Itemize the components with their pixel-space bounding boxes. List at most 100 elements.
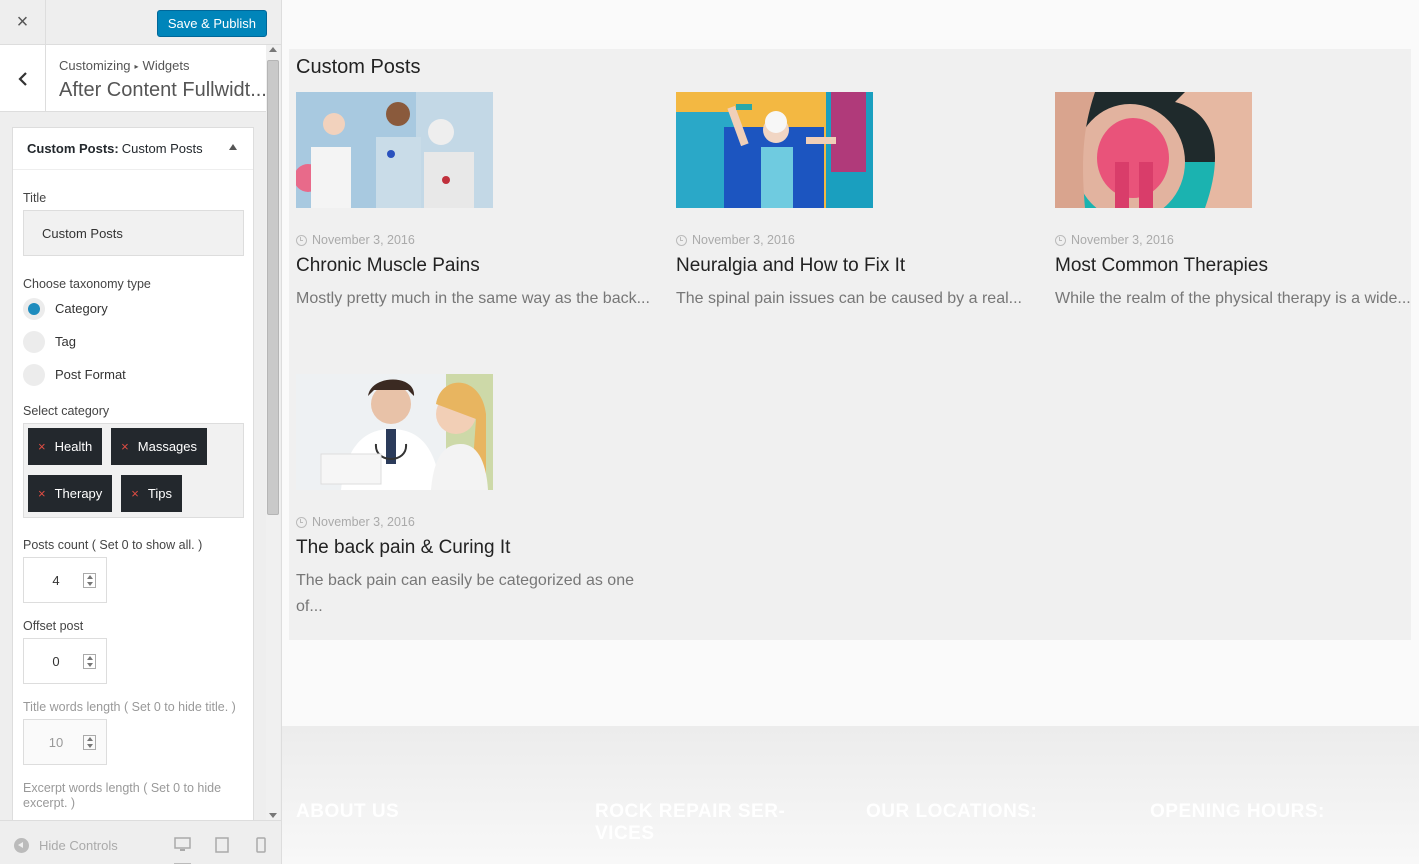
- category-tag[interactable]: × Therapy: [28, 475, 113, 512]
- post-card: November 3, 2016 Most Common Therapies W…: [1055, 92, 1415, 312]
- post-excerpt: While the realm of the physical therapy …: [1055, 290, 1411, 307]
- radio-unchecked-icon[interactable]: [23, 330, 45, 353]
- clock-icon: [1055, 234, 1066, 246]
- footer-heading: ROCK REPAIR SER-VICES: [595, 801, 786, 844]
- customizer-sidebar: × Save & Publish Customizing ▸ Widgets Aft…: [0, 0, 282, 864]
- offset-label: Offset post: [23, 619, 84, 633]
- post-title[interactable]: The back pain & Curing It: [296, 537, 656, 559]
- title-words-value: 10: [48, 734, 64, 750]
- back-button[interactable]: [0, 45, 46, 112]
- category-tag[interactable]: × Tips: [121, 475, 182, 512]
- radio-post-format[interactable]: Post Format: [23, 358, 243, 391]
- breadcrumb-current: Widgets: [142, 58, 190, 73]
- scrollbar-thumb[interactable]: [267, 60, 279, 515]
- post-thumbnail[interactable]: [296, 92, 493, 208]
- radio-unchecked-icon[interactable]: [23, 363, 45, 386]
- title-words-input[interactable]: 10: [23, 719, 107, 765]
- footer-heading: OPENING HOURS:: [1150, 801, 1325, 822]
- post-date: November 3, 2016: [296, 233, 656, 247]
- section-header: Customizing ▸ Widgets After Content Fullwi…: [0, 45, 267, 112]
- customizer-header: × Save & Publish: [0, 0, 281, 45]
- spinner-icon[interactable]: [83, 735, 96, 750]
- widget-title-bar[interactable]: Custom Posts: Custom Posts: [13, 128, 253, 170]
- breadcrumb: Customizing ▸ Widgets: [59, 58, 190, 73]
- taxonomy-label: Choose taxonomy type: [23, 277, 151, 291]
- post-card: November 3, 2016 Chronic Muscle Pains Mo…: [296, 92, 656, 312]
- radio-tag-label: Tag: [55, 334, 76, 349]
- radio-category[interactable]: Category: [23, 292, 243, 325]
- post-thumbnail[interactable]: [1055, 92, 1252, 208]
- clock-icon: [296, 234, 307, 246]
- title-words-label: Title words length ( Set 0 to hide title…: [23, 700, 236, 714]
- custom-posts-widget: Custom Posts: Custom Posts Title Custom …: [12, 127, 254, 864]
- spinner-icon[interactable]: [83, 654, 96, 669]
- widget-title: Custom Posts:: [27, 141, 119, 156]
- category-select[interactable]: × Health × Massages × Therapy × Tips: [23, 423, 244, 518]
- title-input[interactable]: Custom Posts: [23, 210, 244, 256]
- widget-subtitle: Custom Posts: [121, 141, 203, 156]
- category-tag-label: Therapy: [54, 486, 103, 501]
- breadcrumb-separator: ▸: [134, 62, 139, 71]
- remove-icon[interactable]: ×: [131, 486, 139, 501]
- category-tag-label: Health: [54, 439, 93, 454]
- category-tag[interactable]: × Massages: [111, 428, 208, 465]
- chevron-left-icon: [17, 71, 27, 86]
- radio-checked-icon[interactable]: [23, 297, 45, 320]
- post-date-text: November 3, 2016: [692, 233, 795, 247]
- remove-icon[interactable]: ×: [38, 439, 46, 454]
- post-date-text: November 3, 2016: [1071, 233, 1174, 247]
- category-label: Select category: [23, 404, 110, 418]
- scroll-down-icon[interactable]: [269, 813, 277, 818]
- post-excerpt: Mostly pretty much in the same way as th…: [296, 290, 650, 307]
- hide-controls-label: Hide Controls: [39, 838, 118, 853]
- title-label: Title: [23, 191, 47, 205]
- post-title[interactable]: Most Common Therapies: [1055, 255, 1415, 277]
- offset-value: 0: [52, 653, 60, 669]
- post-title[interactable]: Chronic Muscle Pains: [296, 255, 656, 277]
- collapse-left-icon: [14, 838, 29, 853]
- spinner-icon[interactable]: [83, 573, 96, 588]
- post-thumbnail[interactable]: [676, 92, 873, 208]
- category-tag[interactable]: × Health: [28, 428, 103, 465]
- post-card: November 3, 2016 Neuralgia and How to Fi…: [676, 92, 1036, 312]
- post-date-text: November 3, 2016: [312, 515, 415, 529]
- radio-category-label: Category: [55, 301, 108, 316]
- clock-icon: [676, 234, 687, 246]
- posts-count-input[interactable]: 4: [23, 557, 107, 603]
- tablet-preview-icon[interactable]: [215, 837, 229, 858]
- post-date: November 3, 2016: [676, 233, 1036, 247]
- close-icon[interactable]: ×: [0, 0, 46, 45]
- remove-icon[interactable]: ×: [38, 486, 46, 501]
- remove-icon[interactable]: ×: [121, 439, 129, 454]
- post-card: November 3, 2016 The back pain & Curing …: [296, 374, 656, 620]
- excerpt-words-label: Excerpt words length ( Set 0 to hide exc…: [23, 781, 222, 810]
- collapse-arrow-icon[interactable]: [229, 144, 237, 150]
- site-preview: Custom Posts November 3, 2016 Chronic Mu…: [282, 0, 1419, 864]
- breadcrumb-root: Customizing: [59, 58, 131, 73]
- post-date: November 3, 2016: [296, 515, 656, 529]
- post-date-text: November 3, 2016: [312, 233, 415, 247]
- scroll-up-icon[interactable]: [269, 47, 277, 52]
- offset-input[interactable]: 0: [23, 638, 107, 684]
- save-publish-button[interactable]: Save & Publish: [156, 10, 267, 37]
- footer-heading: ABOUT US: [296, 801, 400, 822]
- hide-controls-button[interactable]: Hide Controls: [14, 838, 118, 853]
- post-title[interactable]: Neuralgia and How to Fix It: [676, 255, 1036, 277]
- post-excerpt: The back pain can easily be categorized …: [296, 572, 634, 615]
- section-title: After Content Fullwidt...: [59, 79, 267, 101]
- radio-tag[interactable]: Tag: [23, 325, 243, 358]
- posts-heading: Custom Posts: [296, 56, 421, 78]
- custom-posts-section: Custom Posts November 3, 2016 Chronic Mu…: [289, 49, 1411, 640]
- clock-icon: [296, 516, 307, 528]
- sidebar-scrollbar[interactable]: [266, 45, 280, 820]
- category-tag-label: Tips: [147, 486, 172, 501]
- category-tag-label: Massages: [137, 439, 198, 454]
- desktop-preview-icon[interactable]: [174, 837, 191, 864]
- post-date: November 3, 2016: [1055, 233, 1415, 247]
- customizer-footer: Hide Controls: [0, 820, 281, 864]
- posts-count-label: Posts count ( Set 0 to show all. ): [23, 538, 203, 552]
- post-thumbnail[interactable]: [296, 374, 493, 490]
- footer-heading: OUR LOCATIONS:: [866, 801, 1038, 822]
- mobile-preview-icon[interactable]: [256, 837, 266, 858]
- posts-count-value: 4: [52, 572, 60, 588]
